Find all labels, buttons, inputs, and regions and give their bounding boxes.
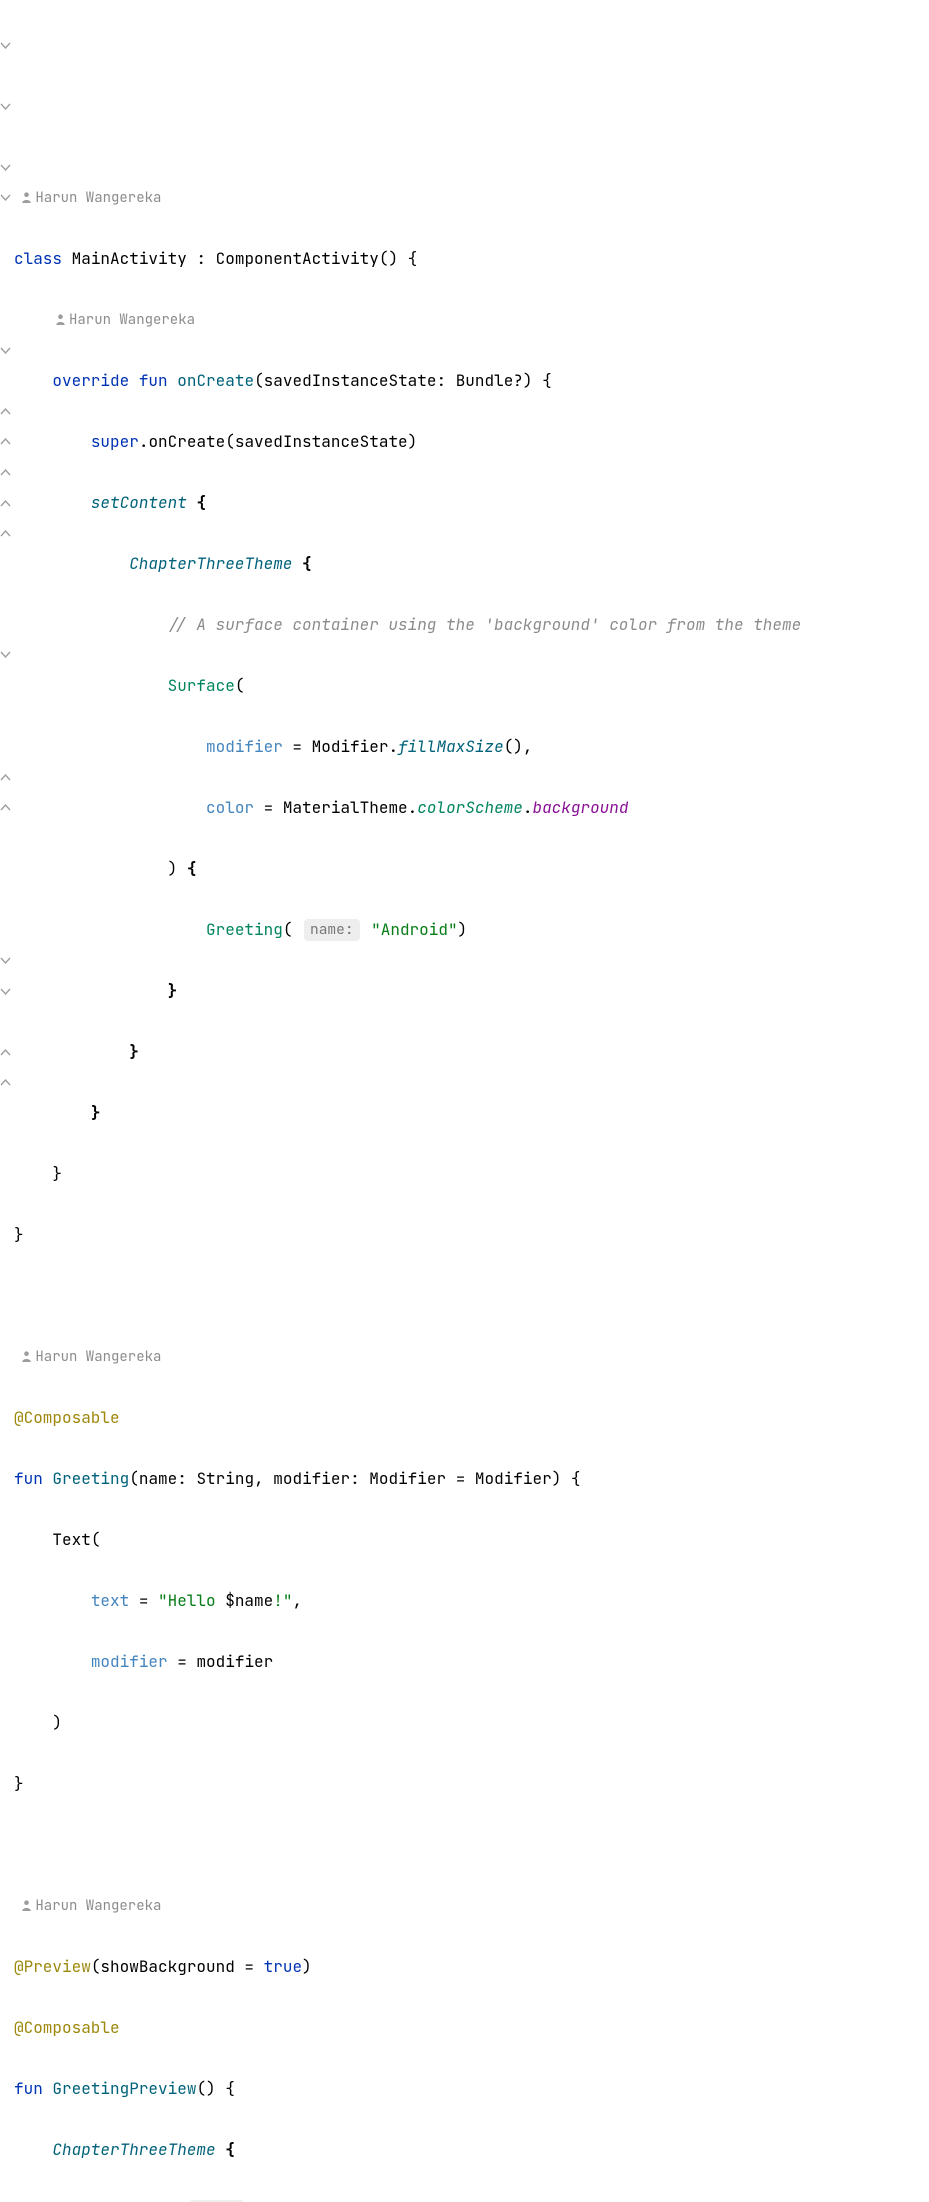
code-line: modifier = Modifier.fillMaxSize(), [14,732,929,763]
code-line: setContent { [14,488,929,519]
author-annotation: Harun Wangereka [14,183,929,214]
author-icon [56,304,65,335]
author-annotation: Harun Wangereka [14,1342,929,1373]
code-line: Greeting( name: "Android") [14,915,929,946]
code-line: @Preview(showBackground = true) [14,1952,929,1983]
param-hint: name: [304,919,360,941]
param-hint: name: [189,2200,245,2202]
code-line: } [14,1769,929,1800]
code-line: } [14,1037,929,1068]
author-icon [22,1890,31,1921]
code-line: ) [14,1708,929,1739]
author-icon [22,1341,31,1372]
code-line: override fun onCreate(savedInstanceState… [14,366,929,397]
code-line: modifier = modifier [14,1647,929,1678]
code-line: } [14,976,929,1007]
code-line: @Composable [14,1403,929,1434]
code-line: ChapterThreeTheme { [14,549,929,580]
fold-handle[interactable] [0,101,11,112]
code-line: } [14,1098,929,1129]
fold-handle[interactable] [0,40,11,51]
code-line: // A surface container using the 'backgr… [14,610,929,641]
author-annotation: Harun Wangereka [14,1891,929,1922]
code-line: } [14,1220,929,1251]
code-line: color = MaterialTheme.colorScheme.backgr… [14,793,929,824]
code-content[interactable]: Harun Wangereka class MainActivity : Com… [2,153,929,2202]
code-editor[interactable]: Harun Wangereka class MainActivity : Com… [0,0,929,2202]
code-line: Surface( [14,671,929,702]
code-line: } [14,1159,929,1190]
code-line: Greeting( name: "Android") [14,2196,929,2202]
author-annotation: Harun Wangereka [14,305,929,336]
code-line: text = "Hello $name!", [14,1586,929,1617]
blank-line [14,1281,929,1312]
author-icon [22,182,31,213]
code-line: super.onCreate(savedInstanceState) [14,427,929,458]
code-line: class MainActivity : ComponentActivity()… [14,244,929,275]
blank-line [14,1830,929,1861]
code-line: ) { [14,854,929,885]
code-line: fun Greeting(name: String, modifier: Mod… [14,1464,929,1495]
code-line: fun GreetingPreview() { [14,2074,929,2105]
code-line: @Composable [14,2013,929,2044]
code-line: Text( [14,1525,929,1556]
code-line: ChapterThreeTheme { [14,2135,929,2166]
